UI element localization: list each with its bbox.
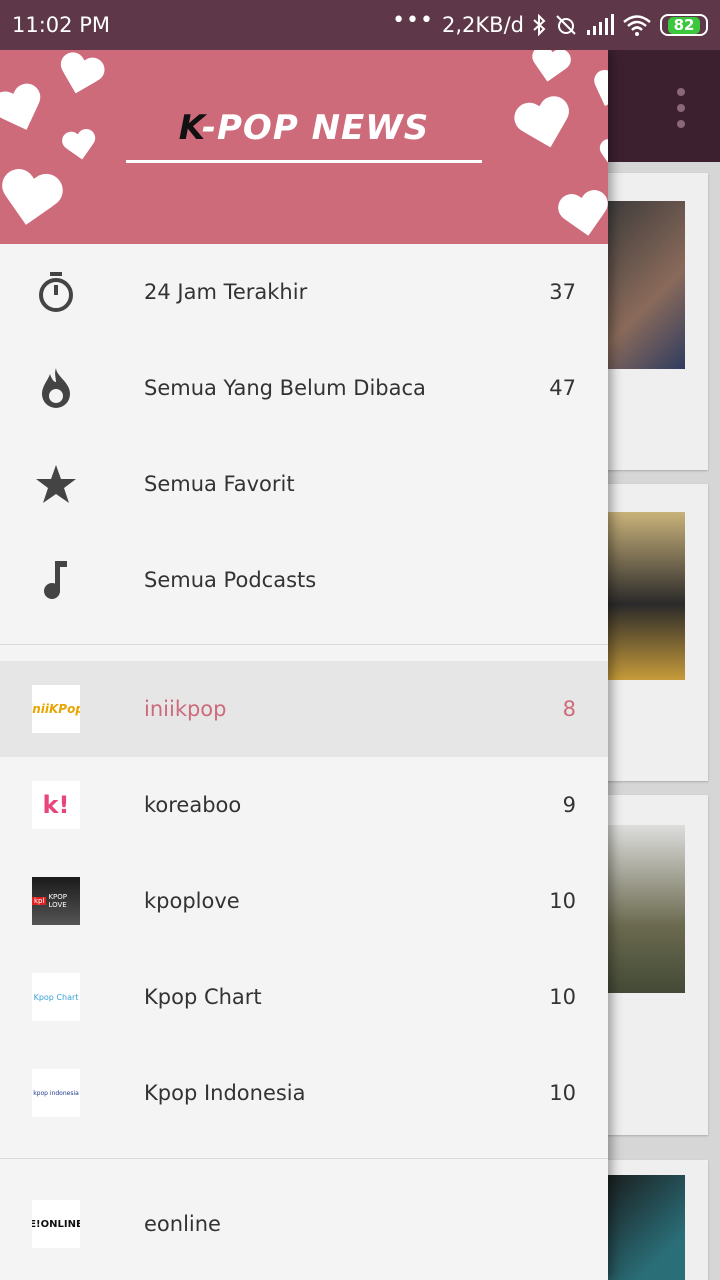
feeds-list: iniiKPop iniikpop 8 k! koreaboo 9 kplKPO…: [0, 661, 608, 1141]
menu-item-all-podcasts[interactable]: Semua Podcasts: [0, 532, 608, 628]
feed-item-kpop-chart[interactable]: Kpop Chart Kpop Chart 10: [0, 949, 608, 1045]
feed-label: kpoplove: [144, 889, 240, 913]
signal-icon: [586, 14, 614, 36]
network-speed: 2,2KB/d: [442, 13, 524, 37]
feed-label: eonline: [144, 1212, 221, 1236]
heart-decoration: [554, 188, 608, 244]
divider-spacing: [0, 1159, 608, 1176]
stopwatch-icon: [32, 268, 80, 316]
status-bar: 11:02 PM ••• 2,2KB/d 82: [0, 0, 720, 50]
more-notifications-icon: •••: [392, 7, 435, 33]
feed-label: Kpop Chart: [144, 985, 262, 1009]
unread-count: 10: [549, 985, 576, 1009]
drawer-header: K-POP NEWS: [0, 50, 608, 244]
article-thumbnail: [600, 512, 685, 680]
menu-item-label: Semua Podcasts: [144, 568, 317, 592]
menu-item-label: Semua Favorit: [144, 472, 295, 496]
menu-item-all-unread[interactable]: Semua Yang Belum Dibaca 47: [0, 340, 608, 436]
navigation-drawer: K-POP NEWS 24 Jam Terakhir 37 Semua Yang…: [0, 50, 608, 1280]
feed-favicon: k!: [32, 781, 80, 829]
heart-decoration: [0, 80, 54, 144]
unread-count: 9: [562, 793, 576, 817]
unread-count: 10: [549, 889, 576, 913]
article-card[interactable]: [600, 173, 708, 470]
feed-favicon: kpop indonesia: [32, 1069, 80, 1117]
menu-item-last-24-hours[interactable]: 24 Jam Terakhir 37: [0, 244, 608, 340]
app-logo: K-POP NEWS: [178, 108, 430, 148]
article-thumbnail: [600, 201, 685, 369]
unread-count: 10: [549, 1081, 576, 1105]
feed-favicon: Kpop Chart: [32, 973, 80, 1021]
feed-item-eonline[interactable]: E!ONLINE eonline: [0, 1176, 608, 1272]
wifi-icon: [622, 14, 652, 36]
star-icon: [32, 460, 80, 508]
unread-count: 37: [549, 280, 576, 304]
heart-decoration: [526, 50, 574, 89]
more-options-icon[interactable]: [676, 88, 686, 128]
feed-item-kpop-indonesia[interactable]: kpop indonesia Kpop Indonesia 10: [0, 1045, 608, 1141]
more-feeds-list: E!ONLINE eonline: [0, 1176, 608, 1272]
music-note-icon: [32, 556, 80, 604]
feed-item-kpoplove[interactable]: kpl KPOP LOVE kpoplove 10: [0, 853, 608, 949]
smart-feeds-list: 24 Jam Terakhir 37 Semua Yang Belum Diba…: [0, 244, 608, 628]
heart-decoration: [51, 50, 109, 104]
article-card[interactable]: [600, 795, 708, 1135]
fire-icon: [32, 364, 80, 412]
heart-decoration: [584, 67, 608, 117]
menu-item-label: Semua Yang Belum Dibaca: [144, 376, 426, 400]
heart-decoration: [594, 138, 608, 176]
feed-favicon: E!ONLINE: [32, 1200, 80, 1248]
menu-item-all-favorites[interactable]: Semua Favorit: [0, 436, 608, 532]
heart-decoration: [59, 128, 100, 166]
article-card[interactable]: [600, 1160, 708, 1280]
battery-icon: 82: [660, 14, 708, 36]
battery-level: 82: [667, 16, 701, 34]
feed-favicon: kpl KPOP LOVE: [32, 877, 80, 925]
article-thumbnail: [600, 825, 685, 993]
unread-count: 47: [549, 376, 576, 400]
logo-underline: [126, 160, 482, 163]
feed-favicon: iniiKPop: [32, 685, 80, 733]
feed-label: koreaboo: [144, 793, 242, 817]
feed-label: Kpop Indonesia: [144, 1081, 306, 1105]
feed-item-iniikpop[interactable]: iniiKPop iniikpop 8: [0, 661, 608, 757]
unread-count: 8: [562, 697, 576, 721]
article-card[interactable]: [600, 484, 708, 781]
feed-label: iniikpop: [144, 697, 227, 721]
menu-item-label: 24 Jam Terakhir: [144, 280, 308, 304]
heart-decoration: [509, 93, 581, 161]
divider-spacing: [0, 645, 608, 661]
heart-decoration: [0, 167, 68, 237]
bluetooth-icon: [532, 14, 546, 36]
article-thumbnail: [600, 1175, 685, 1280]
feed-item-koreaboo[interactable]: k! koreaboo 9: [0, 757, 608, 853]
status-time: 11:02 PM: [12, 13, 110, 37]
alarm-off-icon: [554, 13, 578, 37]
